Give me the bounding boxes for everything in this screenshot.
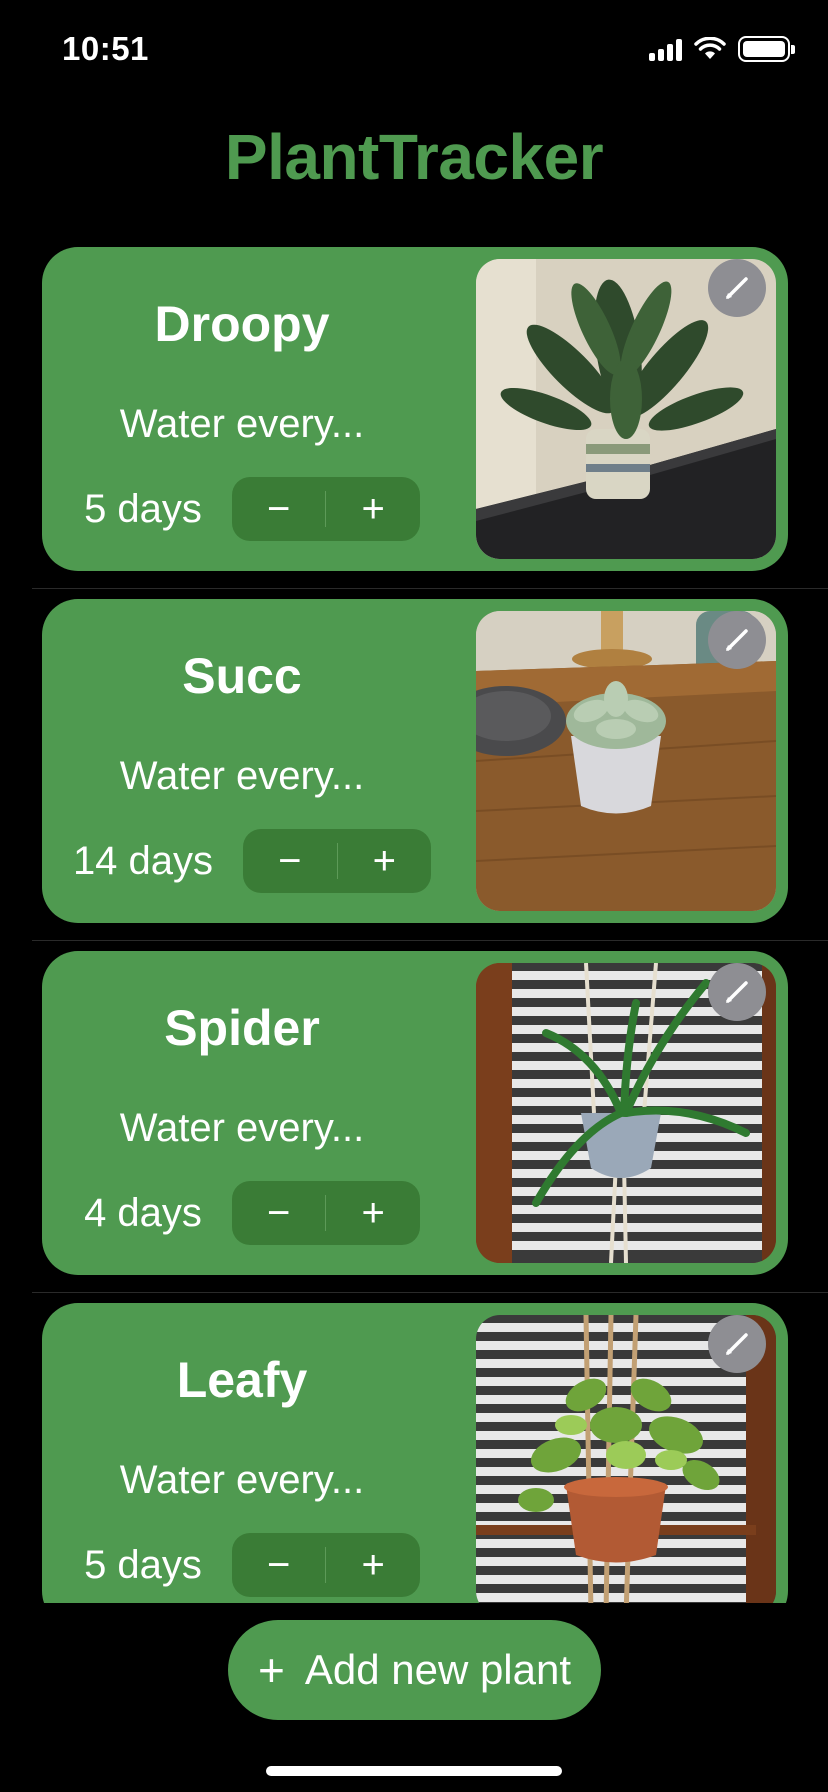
add-new-plant-button[interactable]: + Add new plant: [228, 1620, 601, 1720]
increment-button[interactable]: +: [338, 829, 432, 893]
app-title: PlantTracker: [224, 121, 604, 193]
plant-name: Spider: [164, 1000, 320, 1056]
water-interval-row: 14 days − +: [42, 829, 462, 893]
plant-row: Leafy Water every... 5 days − +: [0, 1301, 828, 1603]
plant-name: Succ: [182, 648, 302, 704]
plant-card[interactable]: Droopy Water every... 5 days − +: [42, 247, 788, 571]
plant-photo[interactable]: [476, 963, 776, 1263]
water-interval-value: 14 days: [72, 838, 214, 883]
decrement-button[interactable]: −: [232, 477, 326, 541]
plant-photo[interactable]: [476, 1315, 776, 1603]
water-interval-value: 4 days: [84, 1190, 202, 1235]
increment-button[interactable]: +: [326, 1533, 420, 1597]
plant-card[interactable]: Succ Water every... 14 days − +: [42, 599, 788, 923]
plant-row: Droopy Water every... 5 days − +: [0, 245, 828, 597]
pencil-icon: [726, 981, 748, 1003]
row-separator: [32, 588, 828, 589]
battery-icon: [738, 36, 795, 62]
pencil-icon: [726, 629, 748, 651]
cellular-signal-icon: [649, 37, 682, 61]
add-new-plant-label: Add new plant: [304, 1646, 572, 1693]
status-icons: [649, 36, 795, 62]
home-indicator[interactable]: [266, 1766, 562, 1776]
status-time: 10:51: [62, 30, 149, 67]
edit-button[interactable]: [708, 963, 766, 1021]
water-interval-value: 5 days: [84, 486, 202, 531]
decrement-button[interactable]: −: [232, 1181, 326, 1245]
plant-photo[interactable]: [476, 259, 776, 559]
water-interval-row: 5 days − +: [42, 477, 462, 541]
water-interval-value: 5 days: [84, 1542, 202, 1587]
decrement-button[interactable]: −: [243, 829, 337, 893]
water-every-label: Water every...: [119, 1458, 365, 1502]
water-every-label: Water every...: [119, 402, 365, 446]
water-interval-stepper[interactable]: − +: [243, 829, 432, 893]
plant-list[interactable]: Droopy Water every... 5 days − + Succ Wa…: [0, 245, 828, 1603]
plant-name: Droopy: [154, 296, 330, 352]
water-every-label: Water every...: [119, 1106, 365, 1150]
plant-name: Leafy: [176, 1352, 308, 1408]
water-interval-stepper[interactable]: − +: [231, 477, 420, 541]
wifi-icon: [694, 37, 726, 59]
water-every-label: Water every...: [119, 754, 365, 798]
plant-row: Spider Water every... 4 days − +: [0, 949, 828, 1301]
water-interval-row: 5 days − +: [42, 1533, 462, 1597]
water-interval-stepper[interactable]: − +: [231, 1533, 420, 1597]
water-interval-row: 4 days − +: [42, 1181, 462, 1245]
pencil-icon: [726, 1333, 748, 1355]
pencil-icon: [726, 277, 748, 299]
plant-card[interactable]: Leafy Water every... 5 days − +: [42, 1303, 788, 1603]
plant-card[interactable]: Spider Water every... 4 days − +: [42, 951, 788, 1275]
decrement-button[interactable]: −: [232, 1533, 326, 1597]
increment-button[interactable]: +: [326, 1181, 420, 1245]
edit-button[interactable]: [708, 1315, 766, 1373]
water-interval-stepper[interactable]: − +: [231, 1181, 420, 1245]
status-bar: 10:51: [0, 0, 828, 100]
row-separator: [32, 1292, 828, 1293]
plus-icon: +: [257, 1644, 285, 1696]
plant-photo[interactable]: [476, 611, 776, 911]
increment-button[interactable]: +: [326, 477, 420, 541]
plant-row: Succ Water every... 14 days − +: [0, 597, 828, 949]
edit-button[interactable]: [708, 611, 766, 669]
row-separator: [32, 940, 828, 941]
edit-button[interactable]: [708, 259, 766, 317]
